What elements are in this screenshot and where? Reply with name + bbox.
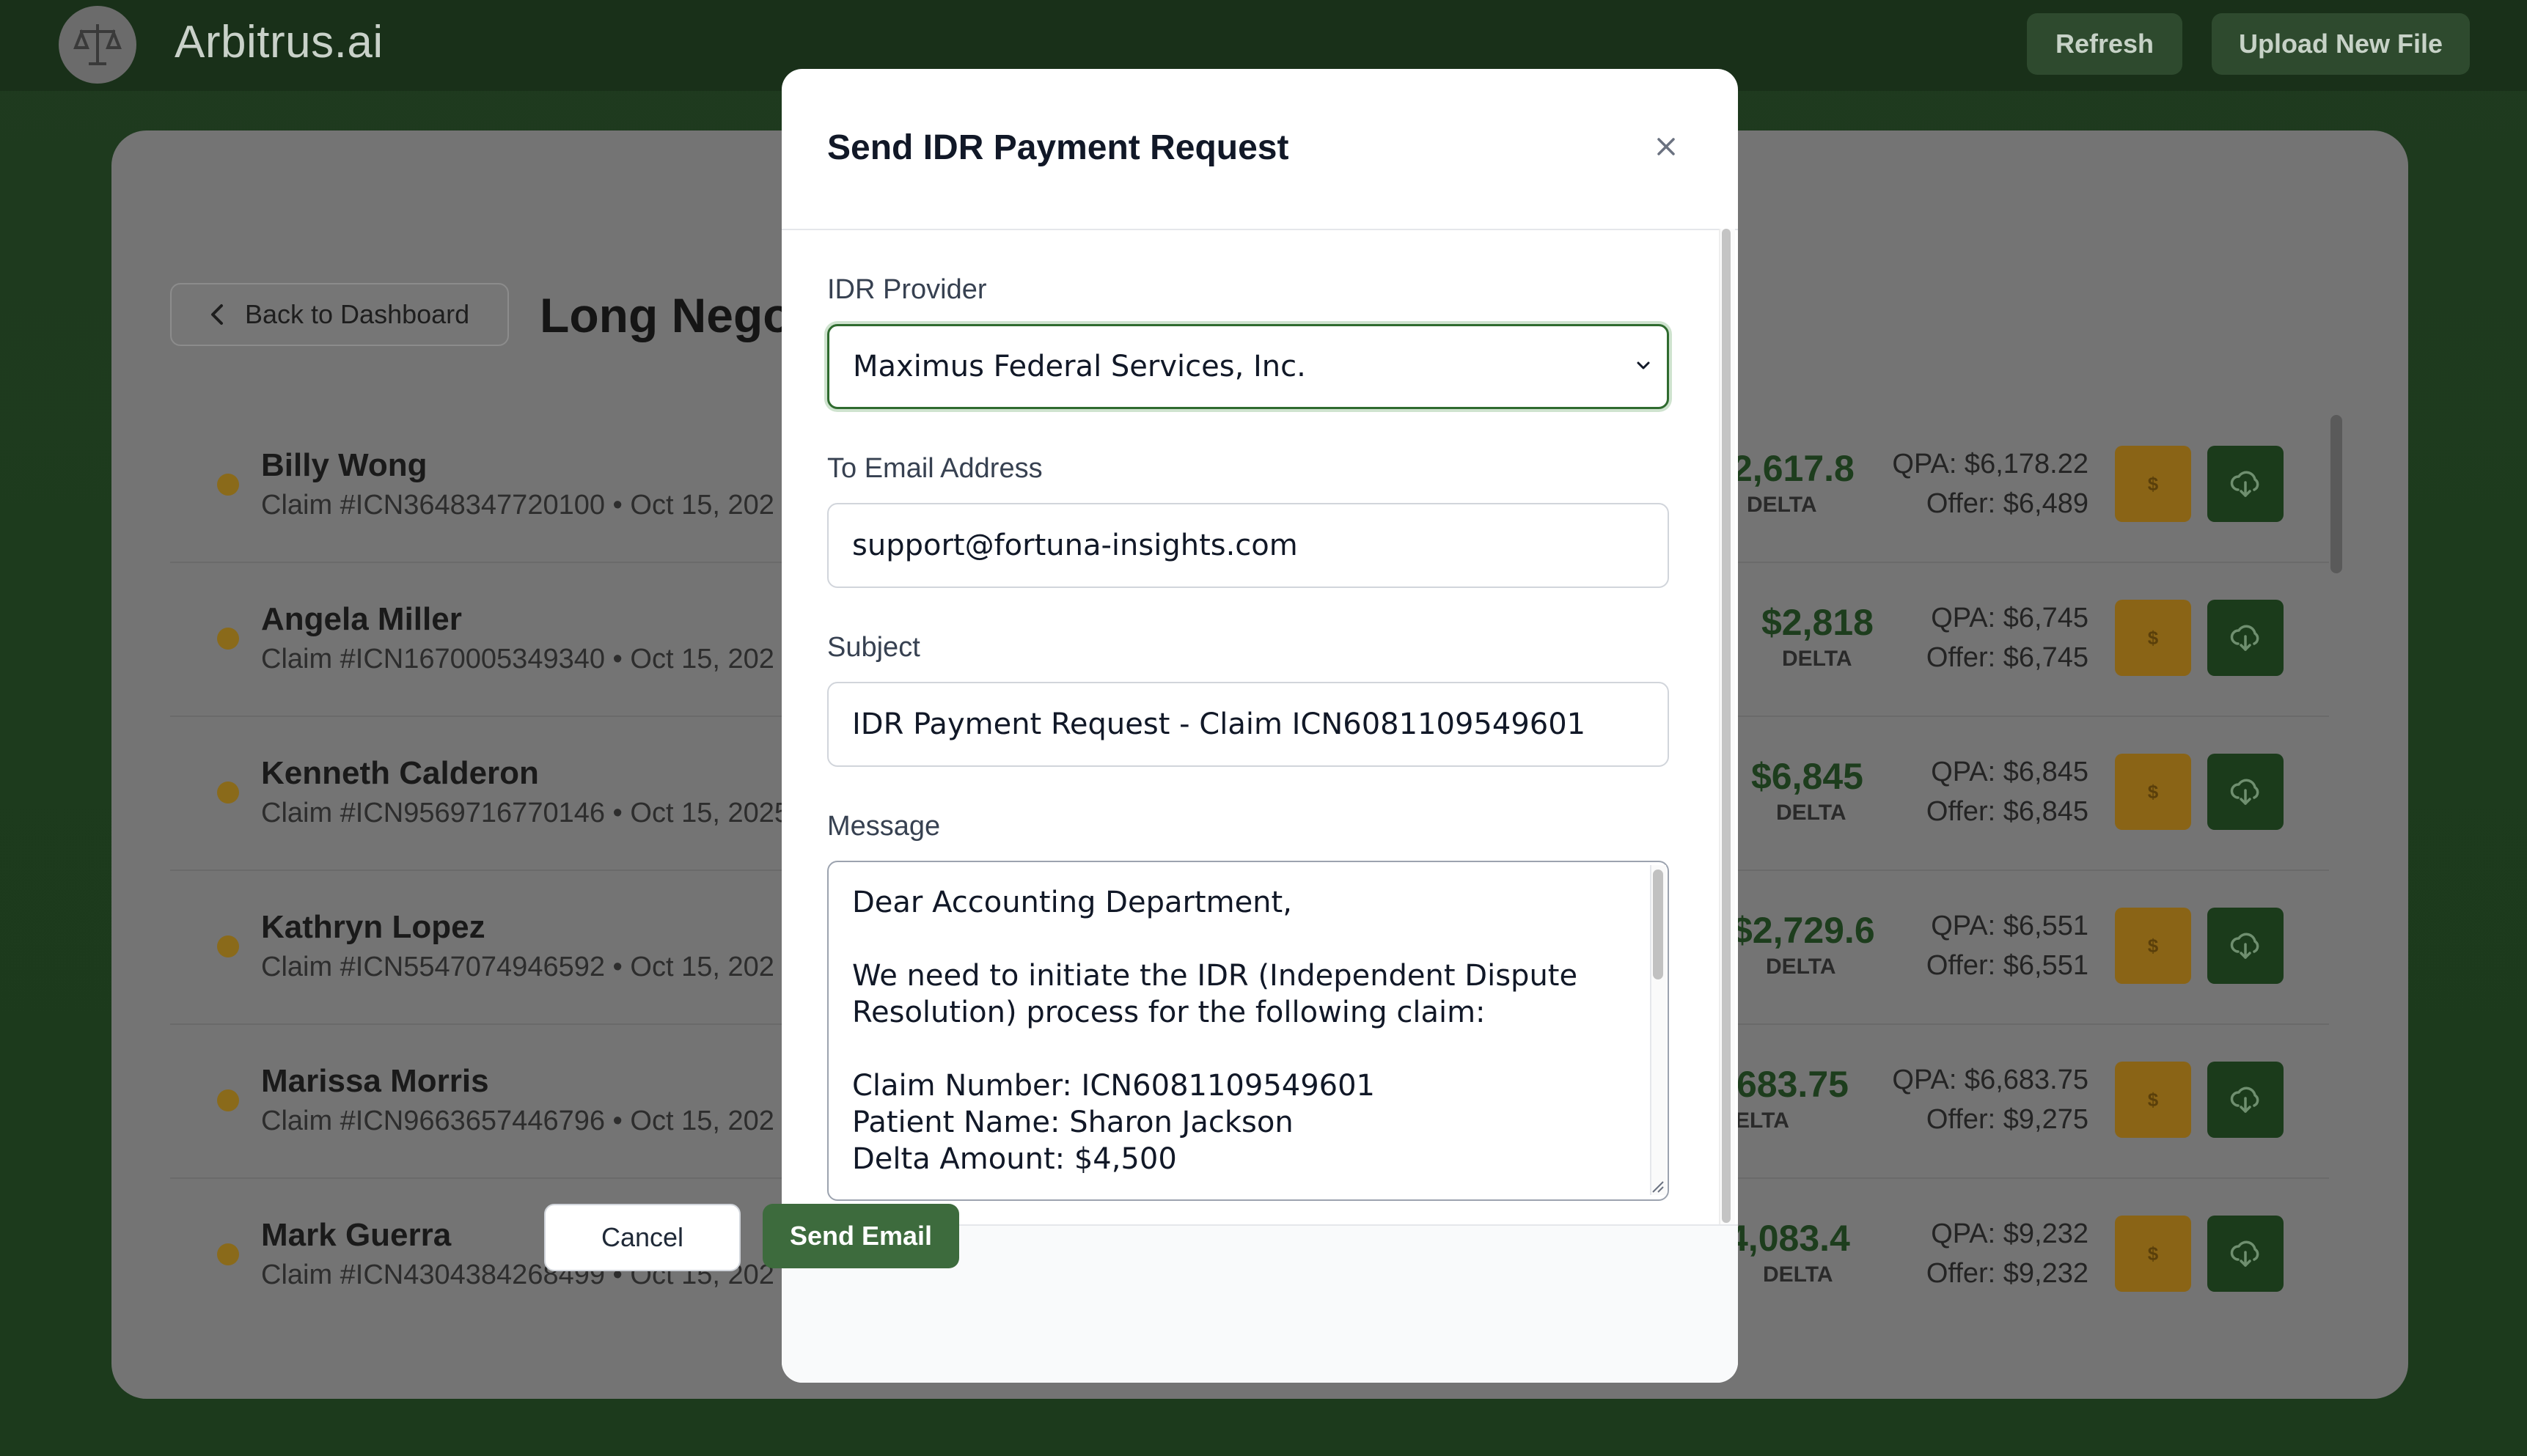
download-button[interactable] bbox=[2207, 1062, 2284, 1138]
close-icon bbox=[1657, 138, 1675, 155]
delta-label: DELTA bbox=[1766, 955, 1836, 979]
offer-value: Offer: $9,232 bbox=[1926, 1258, 2088, 1289]
idr-payment-request-modal: Send IDR Payment Request IDR Provider Ma… bbox=[782, 69, 1738, 1383]
qpa-value: QPA: $6,845 bbox=[1931, 757, 2088, 787]
payment-button[interactable]: $ bbox=[2115, 1062, 2191, 1138]
claim-number: Claim #ICN1670005349340 • Oct 15, 202 bbox=[261, 644, 774, 674]
payment-button[interactable]: $ bbox=[2115, 446, 2191, 522]
message-scrollbar[interactable] bbox=[1653, 869, 1663, 979]
idr-provider-label: IDR Provider bbox=[827, 274, 987, 305]
to-email-input[interactable]: support@fortuna-insights.com bbox=[827, 503, 1669, 588]
delta-label: DELTA bbox=[1747, 493, 1817, 517]
dollar-icon: $ bbox=[2147, 1242, 2159, 1265]
message-label: Message bbox=[827, 811, 941, 842]
qpa-value: QPA: $9,232 bbox=[1931, 1218, 2088, 1249]
back-to-dashboard-label: Back to Dashboard bbox=[245, 299, 470, 329]
to-email-label: To Email Address bbox=[827, 453, 1043, 484]
qpa-value: QPA: $6,551 bbox=[1931, 911, 2088, 941]
cancel-button[interactable]: Cancel bbox=[544, 1204, 741, 1271]
delta-label: DELTA bbox=[1776, 801, 1846, 825]
idr-provider-value: Maximus Federal Services, Inc. bbox=[853, 350, 1306, 383]
status-dot bbox=[217, 628, 239, 650]
claim-number: Claim #ICN9663657446796 • Oct 15, 202 bbox=[261, 1106, 774, 1136]
offer-value: Offer: $6,551 bbox=[1926, 950, 2088, 981]
chevron-left-icon bbox=[211, 304, 223, 325]
page-title: Long Negot bbox=[540, 288, 809, 342]
payment-button[interactable]: $ bbox=[2115, 1216, 2191, 1292]
delta-amount: $2,818 bbox=[1761, 602, 1874, 643]
delta-amount: 683.75 bbox=[1736, 1064, 1849, 1105]
payment-button[interactable]: $ bbox=[2115, 600, 2191, 676]
subject-value: IDR Payment Request - Claim ICN608110954… bbox=[852, 707, 1586, 741]
modal-scrollbar[interactable] bbox=[1722, 229, 1731, 1223]
patient-name: Marissa Morris bbox=[261, 1063, 489, 1099]
logo-scales-icon bbox=[59, 6, 136, 84]
delta-label: DELTA bbox=[1782, 647, 1852, 671]
offer-value: Offer: $6,745 bbox=[1926, 642, 2088, 673]
delta-amount: $2,729.6 bbox=[1732, 910, 1875, 951]
dollar-icon: $ bbox=[2147, 626, 2159, 649]
payment-button[interactable]: $ bbox=[2115, 908, 2191, 984]
send-email-button[interactable]: Send Email bbox=[763, 1204, 959, 1268]
list-scrollbar[interactable] bbox=[2330, 415, 2342, 573]
dollar-icon: $ bbox=[2147, 934, 2159, 957]
cloud-download-icon bbox=[2230, 779, 2259, 805]
cloud-download-icon bbox=[2230, 471, 2259, 497]
subject-label: Subject bbox=[827, 632, 920, 663]
status-dot bbox=[217, 782, 239, 804]
status-dot bbox=[217, 935, 239, 957]
subject-input[interactable]: IDR Payment Request - Claim ICN608110954… bbox=[827, 682, 1669, 767]
offer-value: Offer: $9,275 bbox=[1926, 1104, 2088, 1135]
cloud-download-icon bbox=[2230, 933, 2259, 959]
delta-amount: 2,617.8 bbox=[1732, 448, 1855, 489]
modal-title: Send IDR Payment Request bbox=[827, 128, 1289, 167]
download-button[interactable] bbox=[2207, 754, 2284, 830]
claim-number: Claim #ICN9569716770146 • Oct 15, 2025 bbox=[261, 798, 790, 828]
status-dot bbox=[217, 474, 239, 496]
resize-grip-icon[interactable] bbox=[1647, 1176, 1665, 1194]
delta-label: DELTA bbox=[1763, 1262, 1833, 1287]
cloud-download-icon bbox=[2230, 625, 2259, 651]
patient-name: Kenneth Calderon bbox=[261, 755, 539, 791]
idr-provider-select[interactable]: Maximus Federal Services, Inc. bbox=[827, 324, 1669, 409]
delta-amount: $6,845 bbox=[1751, 756, 1863, 797]
qpa-value: QPA: $6,745 bbox=[1931, 603, 2088, 633]
message-textarea[interactable]: Dear Accounting Department, We need to i… bbox=[827, 861, 1669, 1201]
delta-amount: 4,083.4 bbox=[1728, 1218, 1850, 1259]
download-button[interactable] bbox=[2207, 908, 2284, 984]
patient-name: Billy Wong bbox=[261, 447, 428, 483]
qpa-value: QPA: $6,178.22 bbox=[1892, 449, 2088, 479]
close-button[interactable] bbox=[1643, 123, 1690, 170]
download-button[interactable] bbox=[2207, 446, 2284, 522]
brand-name: Arbitrus.ai bbox=[175, 17, 384, 67]
offer-value: Offer: $6,489 bbox=[1926, 488, 2088, 519]
dollar-icon: $ bbox=[2147, 1088, 2159, 1111]
payment-button[interactable]: $ bbox=[2115, 754, 2191, 830]
download-button[interactable] bbox=[2207, 600, 2284, 676]
upload-new-file-button[interactable]: Upload New File bbox=[2212, 13, 2470, 75]
patient-name: Mark Guerra bbox=[261, 1217, 452, 1253]
status-dot bbox=[217, 1243, 239, 1265]
qpa-value: QPA: $6,683.75 bbox=[1892, 1065, 2088, 1095]
claim-number: Claim #ICN5547074946592 • Oct 15, 202 bbox=[261, 952, 774, 982]
download-button[interactable] bbox=[2207, 1216, 2284, 1292]
back-to-dashboard-button[interactable]: Back to Dashboard bbox=[170, 283, 509, 346]
patient-name: Kathryn Lopez bbox=[261, 909, 485, 945]
cloud-download-icon bbox=[2230, 1240, 2259, 1267]
patient-name: Angela Miller bbox=[261, 601, 462, 637]
cloud-download-icon bbox=[2230, 1087, 2259, 1113]
status-dot bbox=[217, 1089, 239, 1111]
dollar-icon: $ bbox=[2147, 780, 2159, 803]
offer-value: Offer: $6,845 bbox=[1926, 796, 2088, 827]
to-email-value: support@fortuna-insights.com bbox=[852, 529, 1298, 562]
chevron-down-icon bbox=[1637, 361, 1650, 369]
delta-label: ELTA bbox=[1735, 1108, 1789, 1133]
claim-number: Claim #ICN3648347720100 • Oct 15, 202 bbox=[261, 490, 774, 521]
refresh-button[interactable]: Refresh bbox=[2027, 13, 2182, 75]
dollar-icon: $ bbox=[2147, 472, 2159, 495]
modal-header: Send IDR Payment Request bbox=[782, 69, 1738, 230]
